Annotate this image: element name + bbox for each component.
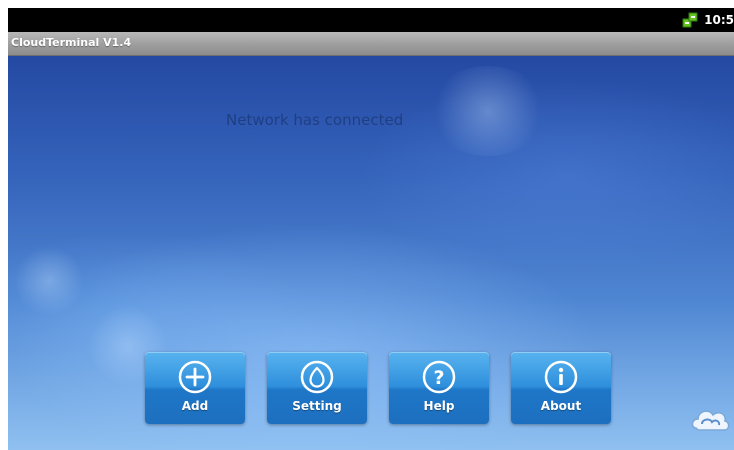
add-button[interactable]: Add — [145, 352, 245, 424]
status-bar: 10:5 — [8, 8, 734, 32]
network-icon — [682, 12, 698, 28]
add-button-label: Add — [181, 399, 209, 413]
about-button-label: About — [540, 399, 582, 413]
help-button[interactable]: ? Help — [389, 352, 489, 424]
background-bokeh — [428, 66, 548, 156]
help-button-label: Help — [423, 399, 455, 413]
plus-icon — [178, 360, 212, 394]
background-bokeh — [14, 246, 84, 316]
about-button[interactable]: About — [511, 352, 611, 424]
app-title: CloudTerminal V1.4 — [11, 36, 132, 49]
info-icon — [544, 360, 578, 394]
clock: 10:5 — [704, 13, 734, 27]
connection-status-message: Network has connected — [226, 111, 404, 129]
help-icon: ? — [422, 360, 456, 394]
cloud-logo-icon — [691, 410, 730, 431]
setting-button[interactable]: Setting — [267, 352, 367, 424]
status-right: 10:5 — [682, 8, 734, 32]
setting-icon — [300, 360, 334, 394]
device-screen: 10:5 CloudTerminal V1.4 Network has conn… — [8, 8, 734, 450]
setting-button-label: Setting — [292, 399, 342, 413]
main-content: Network has connected Add Setting ? Help — [8, 56, 734, 450]
title-bar: CloudTerminal V1.4 — [8, 32, 734, 56]
svg-text:?: ? — [433, 367, 444, 389]
